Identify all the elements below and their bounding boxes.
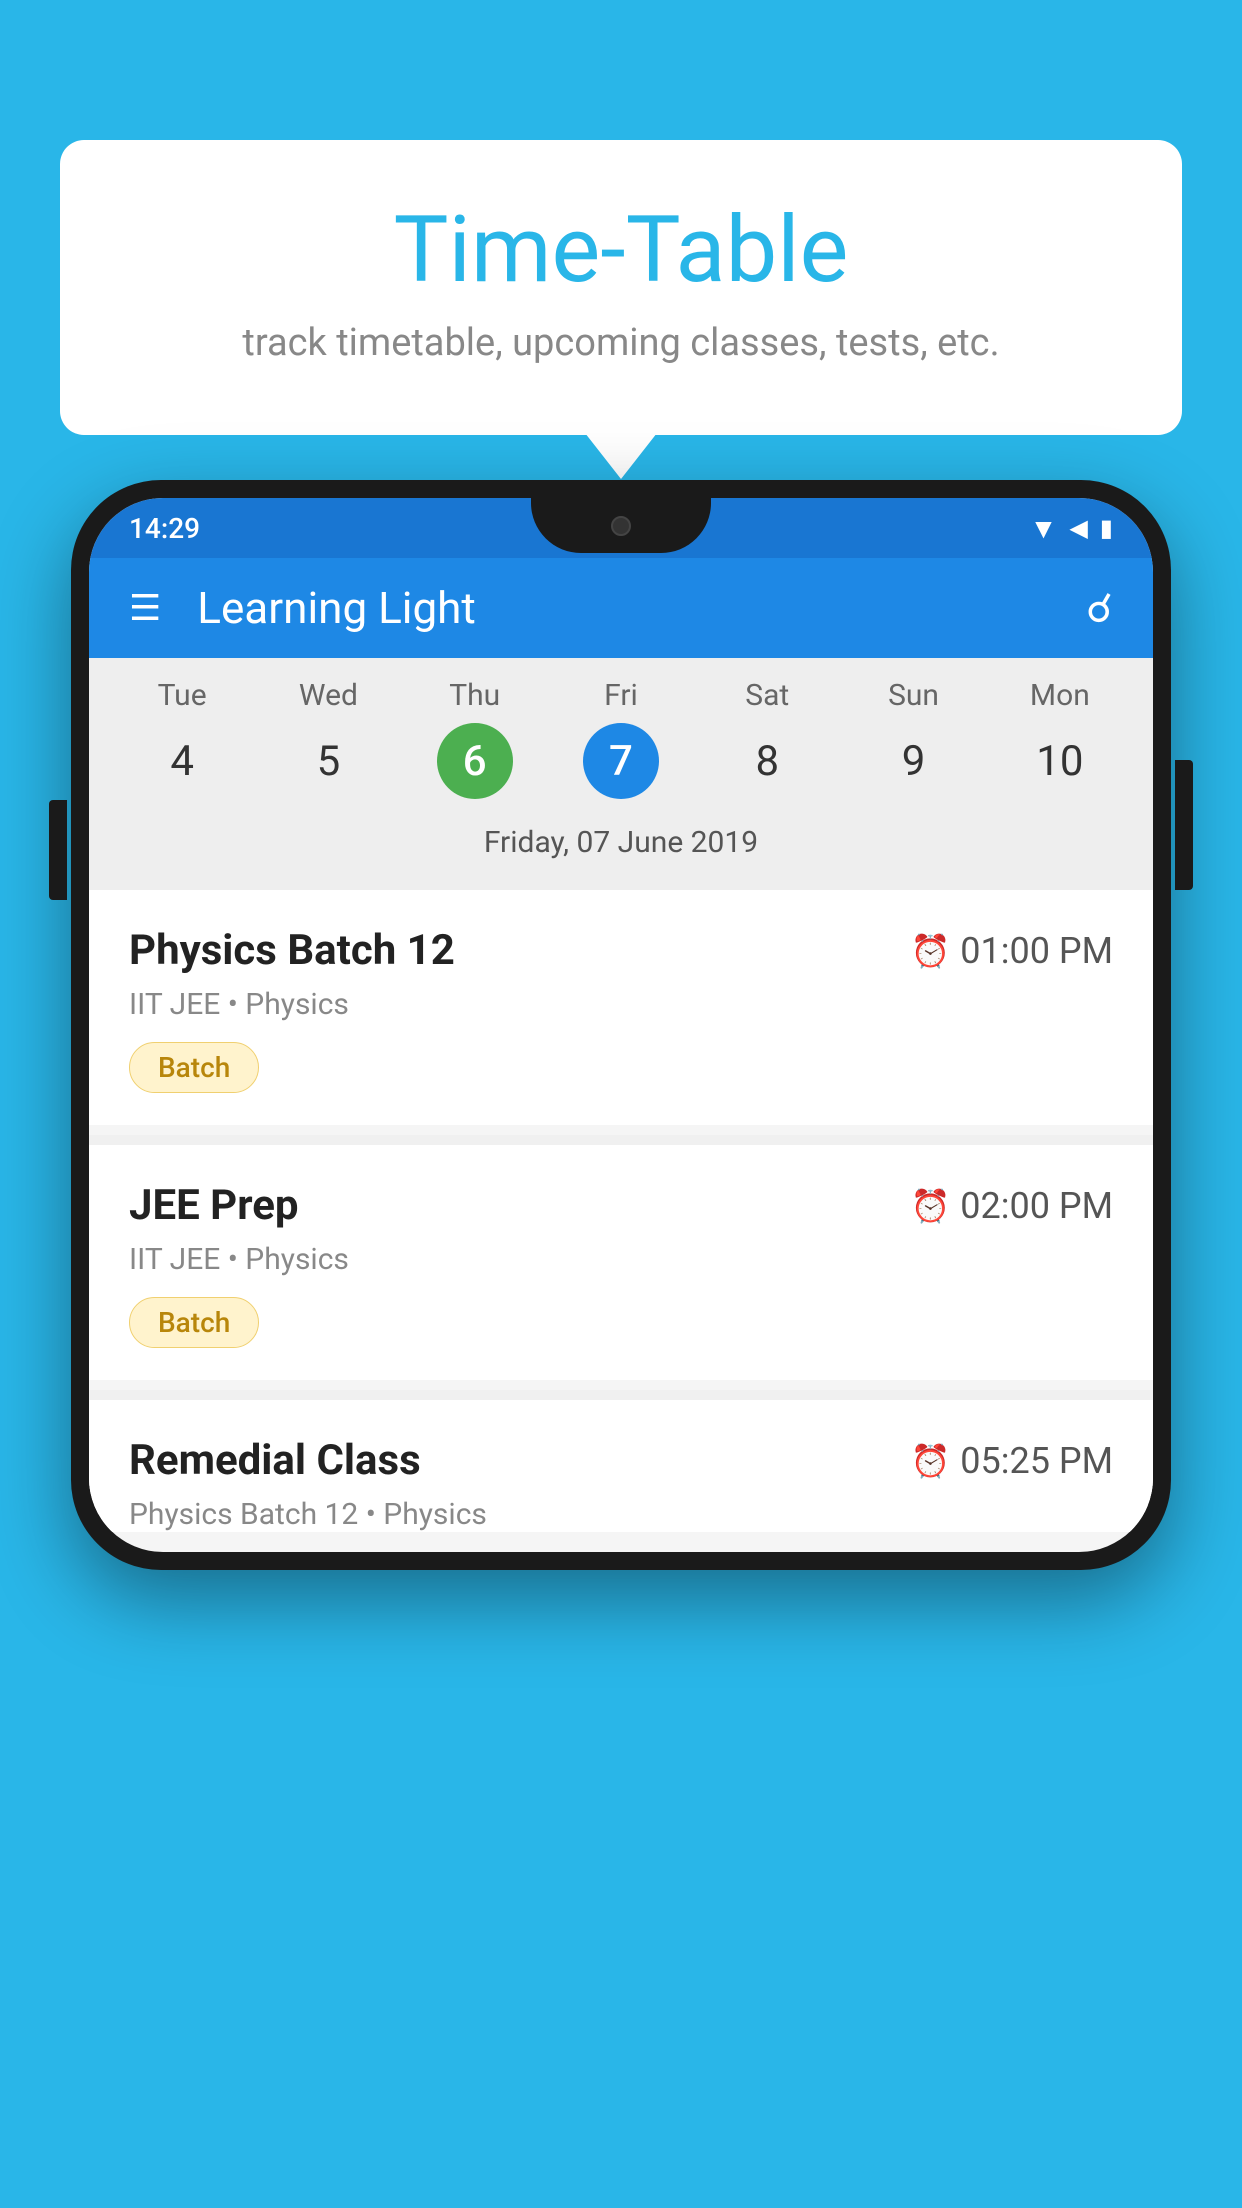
wifi-icon: ▼	[1030, 512, 1058, 545]
hamburger-icon[interactable]: ☰	[129, 587, 161, 629]
schedule-time-2: ⏰ 02:00 PM	[910, 1185, 1113, 1227]
speech-bubble-wrapper: Time-Table track timetable, upcoming cla…	[60, 140, 1182, 435]
schedule-time-1: ⏰ 01:00 PM	[910, 930, 1113, 972]
schedule-time-value-1: 01:00 PM	[960, 930, 1113, 972]
clock-icon-3: ⏰	[910, 1442, 950, 1480]
day-name-3: Fri	[604, 678, 638, 713]
batch-badge-1: Batch	[129, 1042, 259, 1093]
day-name-2: Thu	[449, 678, 500, 713]
schedule-title-2: JEE Prep	[129, 1181, 299, 1230]
day-col-2[interactable]: Thu 6	[410, 678, 540, 799]
day-num-2[interactable]: 6	[437, 723, 513, 799]
day-col-4[interactable]: Sat 8	[702, 678, 832, 799]
search-icon[interactable]: ☌	[1086, 585, 1113, 632]
schedule-subtitle-1: IIT JEE • Physics	[129, 987, 1113, 1022]
phone-screen: 14:29 ▼ ◀ ▮ ☰ Learning Light ☌	[89, 498, 1153, 1552]
schedule-time-value-2: 02:00 PM	[960, 1185, 1113, 1227]
schedule-subtitle-2: IIT JEE • Physics	[129, 1242, 1113, 1277]
status-time: 14:29	[129, 512, 200, 545]
schedule-subtitle-3: Physics Batch 12 • Physics	[129, 1497, 1113, 1532]
day-name-5: Sun	[888, 678, 939, 713]
battery-icon: ▮	[1100, 514, 1113, 542]
speech-bubble: Time-Table track timetable, upcoming cla…	[60, 140, 1182, 435]
camera-dot	[611, 516, 631, 536]
day-num-0[interactable]: 4	[144, 723, 220, 799]
day-col-3[interactable]: Fri 7	[556, 678, 686, 799]
schedule-item-header: Physics Batch 12 ⏰ 01:00 PM	[129, 926, 1113, 975]
bubble-title: Time-Table	[140, 200, 1102, 301]
days-row: Tue 4 Wed 5 Thu 6 Fri 7 Sat 8 Sun 9 Mon 10	[89, 678, 1153, 799]
batch-badge-2: Batch	[129, 1297, 259, 1348]
schedule-item-2[interactable]: JEE Prep ⏰ 02:00 PM IIT JEE • Physics Ba…	[89, 1145, 1153, 1380]
app-title: Learning Light	[197, 582, 1086, 634]
notch	[531, 498, 711, 553]
day-col-1[interactable]: Wed 5	[263, 678, 393, 799]
status-bar: 14:29 ▼ ◀ ▮	[89, 498, 1153, 558]
day-num-6[interactable]: 10	[1022, 723, 1098, 799]
phone-mockup: 14:29 ▼ ◀ ▮ ☰ Learning Light ☌	[71, 480, 1171, 1570]
schedule-time-value-3: 05:25 PM	[960, 1440, 1113, 1482]
schedule-item-header-2: JEE Prep ⏰ 02:00 PM	[129, 1181, 1113, 1230]
divider-2	[89, 1390, 1153, 1400]
calendar-strip: Tue 4 Wed 5 Thu 6 Fri 7 Sat 8 Sun 9 Mon 10 Friday, 07…	[89, 658, 1153, 890]
day-col-6[interactable]: Mon 10	[995, 678, 1125, 799]
phone-outer: 14:29 ▼ ◀ ▮ ☰ Learning Light ☌	[71, 480, 1171, 1570]
schedule-title-1: Physics Batch 12	[129, 926, 455, 975]
bubble-subtitle: track timetable, upcoming classes, tests…	[140, 321, 1102, 365]
divider-1	[89, 1135, 1153, 1145]
schedule-time-3: ⏰ 05:25 PM	[910, 1440, 1113, 1482]
day-num-1[interactable]: 5	[290, 723, 366, 799]
schedule-item-header-3: Remedial Class ⏰ 05:25 PM	[129, 1436, 1113, 1485]
signal-icon: ◀	[1069, 514, 1087, 542]
day-num-3[interactable]: 7	[583, 723, 659, 799]
day-col-5[interactable]: Sun 9	[849, 678, 979, 799]
day-num-5[interactable]: 9	[876, 723, 952, 799]
day-name-0: Tue	[158, 678, 207, 713]
schedule-list: Physics Batch 12 ⏰ 01:00 PM IIT JEE • Ph…	[89, 890, 1153, 1532]
day-name-6: Mon	[1030, 678, 1090, 713]
schedule-item-3[interactable]: Remedial Class ⏰ 05:25 PM Physics Batch …	[89, 1400, 1153, 1532]
schedule-title-3: Remedial Class	[129, 1436, 421, 1485]
day-name-1: Wed	[299, 678, 358, 713]
app-bar: ☰ Learning Light ☌	[89, 558, 1153, 658]
status-icons: ▼ ◀ ▮	[1030, 512, 1113, 545]
schedule-item[interactable]: Physics Batch 12 ⏰ 01:00 PM IIT JEE • Ph…	[89, 890, 1153, 1125]
day-col-0[interactable]: Tue 4	[117, 678, 247, 799]
day-num-4[interactable]: 8	[729, 723, 805, 799]
calendar-date-label: Friday, 07 June 2019	[89, 813, 1153, 880]
clock-icon-1: ⏰	[910, 932, 950, 970]
clock-icon-2: ⏰	[910, 1187, 950, 1225]
day-name-4: Sat	[745, 678, 789, 713]
